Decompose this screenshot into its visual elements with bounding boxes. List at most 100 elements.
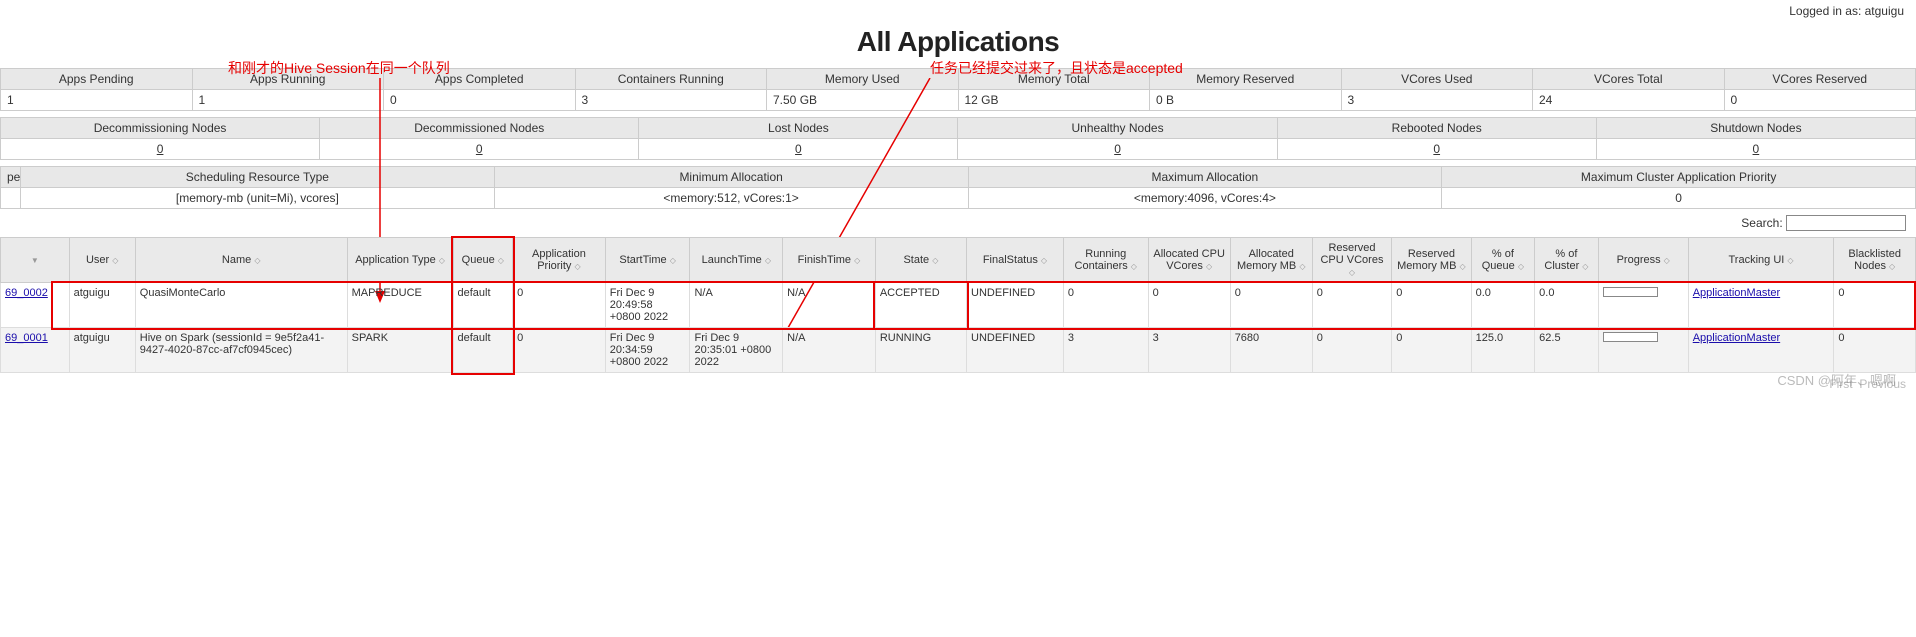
app-queue: default (453, 283, 513, 328)
app-track: ApplicationMaster (1688, 283, 1834, 328)
metric-header: Rebooted Nodes (1277, 118, 1596, 139)
apps-col-header[interactable]: Progress ◇ (1598, 238, 1688, 283)
app-launch: N/A (690, 283, 783, 328)
app-bl: 0 (1834, 328, 1916, 373)
pager: First Previous (0, 373, 1916, 395)
annot-right: 任务已经提交过来了，且状态是accepted (930, 58, 1183, 78)
watermark: CSDN @阿年、嗯啊 (1777, 370, 1896, 389)
metric-value: 1 (1, 90, 193, 111)
app-priority: 0 (513, 283, 606, 328)
apps-col-header[interactable]: % of Cluster ◇ (1535, 238, 1599, 283)
cluster-metrics-2: Decommissioning NodesDecommissioned Node… (0, 117, 1916, 160)
search-input[interactable] (1786, 215, 1906, 231)
apps-col-header[interactable]: Tracking UI ◇ (1688, 238, 1834, 283)
apps-col-header[interactable]: ▼ (1, 238, 70, 283)
nodes-link[interactable]: 0 (476, 142, 483, 156)
app-pq: 125.0 (1471, 328, 1535, 373)
nodes-link[interactable]: 0 (1433, 142, 1440, 156)
progress-bar (1603, 332, 1658, 342)
apps-col-header[interactable]: Allocated CPU VCores ◇ (1148, 238, 1230, 283)
apps-col-header[interactable]: Reserved Memory MB ◇ (1392, 238, 1471, 283)
apps-col-header[interactable]: Application Type ◇ (347, 238, 453, 283)
apps-col-header[interactable]: User ◇ (69, 238, 135, 283)
metric-value: 0 B (1150, 90, 1342, 111)
metric-header: Shutdown Nodes (1596, 118, 1915, 139)
metric-value: 1 (192, 90, 384, 111)
metric-value: 0 (320, 139, 639, 160)
nodes-link[interactable]: 0 (1753, 142, 1760, 156)
metric-header: Containers Running (575, 69, 767, 90)
metric-header: Unhealthy Nodes (958, 118, 1277, 139)
applications-table: ▼User ◇Name ◇Application Type ◇Queue ◇Ap… (0, 237, 1916, 373)
apps-col-header[interactable]: Blacklisted Nodes ◇ (1834, 238, 1916, 283)
app-finish: N/A (783, 328, 876, 373)
metric-header: Lost Nodes (639, 118, 958, 139)
metric-value: 0 (1596, 139, 1915, 160)
apps-col-header[interactable]: Queue ◇ (453, 238, 513, 283)
app-user: atguigu (69, 283, 135, 328)
app-final: UNDEFINED (967, 283, 1064, 328)
metric-value: 7.50 GB (767, 90, 959, 111)
apps-col-header[interactable]: Application Priority ◇ (513, 238, 606, 283)
app-track-link[interactable]: ApplicationMaster (1693, 332, 1780, 344)
app-id: 69_0001 (1, 328, 70, 373)
app-rmem: 0 (1392, 283, 1471, 328)
app-start: Fri Dec 9 20:34:59 +0800 2022 (605, 328, 690, 373)
apps-col-header[interactable]: FinalStatus ◇ (967, 238, 1064, 283)
trunc-col: pe (1, 167, 21, 188)
app-id-link[interactable]: 69_0001 (5, 332, 48, 344)
metric-value: 24 (1533, 90, 1725, 111)
metric-value: 0 (639, 139, 958, 160)
annot-left: 和刚才的Hive Session在同一个队列 (228, 58, 450, 78)
apps-col-header[interactable]: Running Containers ◇ (1063, 238, 1148, 283)
search-bar: Search: (0, 209, 1916, 237)
metric-header: Decommissioning Nodes (1, 118, 320, 139)
metric-header: VCores Used (1341, 69, 1533, 90)
apps-col-header[interactable]: FinishTime ◇ (783, 238, 876, 283)
nodes-link[interactable]: 0 (795, 142, 802, 156)
metric-header: VCores Reserved (1724, 69, 1916, 90)
app-pc: 0.0 (1535, 283, 1599, 328)
app-cpu: 3 (1148, 328, 1230, 373)
app-state: ACCEPTED (875, 283, 966, 328)
app-rmem: 0 (1392, 328, 1471, 373)
app-priority: 0 (513, 328, 606, 373)
apps-col-header[interactable]: State ◇ (875, 238, 966, 283)
metric-value: 12 GB (958, 90, 1150, 111)
app-track-link[interactable]: ApplicationMaster (1693, 287, 1780, 299)
app-queue: default (453, 328, 513, 373)
app-mem: 0 (1230, 283, 1312, 328)
app-rc: 3 (1063, 328, 1148, 373)
app-type: SPARK (347, 328, 453, 373)
nodes-link[interactable]: 0 (157, 142, 164, 156)
apps-col-header[interactable]: Allocated Memory MB ◇ (1230, 238, 1312, 283)
table-row: 69_0002atguiguQuasiMonteCarloMAPREDUCEde… (1, 283, 1916, 328)
apps-col-header[interactable]: StartTime ◇ (605, 238, 690, 283)
app-progress (1598, 328, 1688, 373)
app-track: ApplicationMaster (1688, 328, 1834, 373)
metric-header: Decommissioned Nodes (320, 118, 639, 139)
app-launch: Fri Dec 9 20:35:01 +0800 2022 (690, 328, 783, 373)
app-final: UNDEFINED (967, 328, 1064, 373)
nodes-link[interactable]: 0 (1114, 142, 1121, 156)
app-id: 69_0002 (1, 283, 70, 328)
app-mem: 7680 (1230, 328, 1312, 373)
app-id-link[interactable]: 69_0002 (5, 287, 48, 299)
table-row: 69_0001 atguiguHive on Spark (sessionId =… (1, 328, 1916, 373)
metric-header: Apps Pending (1, 69, 193, 90)
page-title: All Applications (0, 26, 1916, 58)
metric-value: 0 (1, 139, 320, 160)
apps-col-header[interactable]: Name ◇ (135, 238, 347, 283)
apps-col-header[interactable]: LaunchTime ◇ (690, 238, 783, 283)
app-user: atguigu (69, 328, 135, 373)
app-name: Hive on Spark (sessionId = 9e5f2a41-9427… (135, 328, 347, 373)
apps-col-header[interactable]: Reserved CPU VCores ◇ (1312, 238, 1391, 283)
metric-value: 0 (384, 90, 576, 111)
app-rcpu: 0 (1312, 283, 1391, 328)
login-info: Logged in as: atguigu (0, 0, 1916, 22)
app-state: RUNNING (875, 328, 966, 373)
app-cpu: 0 (1148, 283, 1230, 328)
apps-col-header[interactable]: % of Queue ◇ (1471, 238, 1535, 283)
metric-value: 0 (958, 139, 1277, 160)
app-finish: N/A (783, 283, 876, 328)
